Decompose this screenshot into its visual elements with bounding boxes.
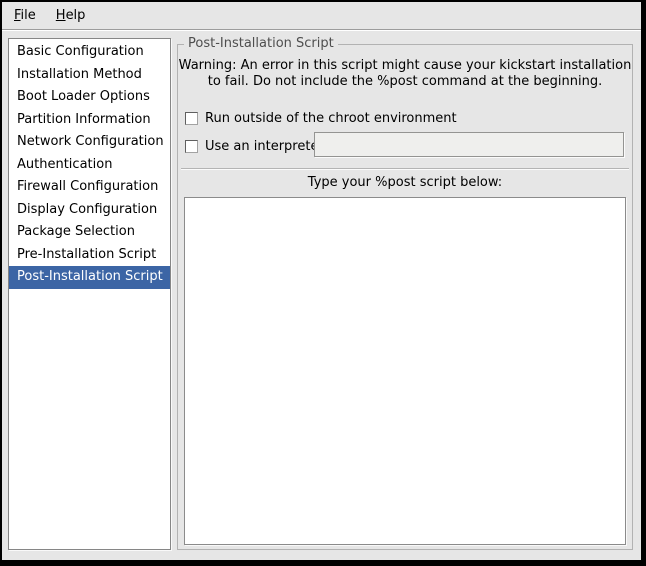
interpreter-checkbox-row[interactable]: Use an interpreter: bbox=[185, 138, 328, 154]
sidebar-item-package-selection[interactable]: Package Selection bbox=[9, 221, 170, 244]
sidebar-item-firewall-configuration[interactable]: Firewall Configuration bbox=[9, 176, 170, 199]
sidebar-item-installation-method[interactable]: Installation Method bbox=[9, 64, 170, 87]
interpreter-checkbox[interactable] bbox=[185, 140, 198, 153]
menu-file-label: ile bbox=[21, 8, 36, 23]
sidebar-item-post-installation-script[interactable]: Post-Installation Script bbox=[9, 266, 170, 289]
menu-help-label: elp bbox=[66, 8, 86, 23]
warning-line-2: to fail. Do not include the %post comman… bbox=[178, 74, 632, 90]
interpreter-input[interactable] bbox=[314, 132, 624, 157]
interpreter-checkbox-label[interactable]: Use an interpreter: bbox=[205, 139, 328, 154]
window-content: File Help Basic Configuration Installati… bbox=[2, 2, 641, 560]
sidebar-item-display-configuration[interactable]: Display Configuration bbox=[9, 199, 170, 222]
menu-help[interactable]: Help bbox=[46, 4, 96, 27]
menu-help-mnemonic: H bbox=[56, 8, 66, 23]
sidebar-item-network-configuration[interactable]: Network Configuration bbox=[9, 131, 170, 154]
app-window: File Help Basic Configuration Installati… bbox=[0, 0, 646, 566]
post-script-textarea[interactable] bbox=[184, 197, 626, 545]
warning-line-1: Warning: An error in this script might c… bbox=[178, 58, 632, 74]
separator-line bbox=[181, 168, 629, 170]
sidebar-item-partition-information[interactable]: Partition Information bbox=[9, 109, 170, 132]
sidebar-item-basic-configuration[interactable]: Basic Configuration bbox=[9, 41, 170, 64]
sidebar-item-boot-loader-options[interactable]: Boot Loader Options bbox=[9, 86, 170, 109]
chroot-checkbox-row[interactable]: Run outside of the chroot environment bbox=[185, 110, 457, 126]
sidebar-item-pre-installation-script[interactable]: Pre-Installation Script bbox=[9, 244, 170, 267]
script-label: Type your %post script below: bbox=[178, 175, 632, 190]
chroot-checkbox[interactable] bbox=[185, 112, 198, 125]
menu-file[interactable]: File bbox=[4, 4, 46, 27]
frame-title: Post-Installation Script bbox=[184, 36, 338, 51]
warning-text: Warning: An error in this script might c… bbox=[178, 58, 632, 90]
menu-bar: File Help bbox=[2, 2, 641, 30]
sidebar-item-authentication[interactable]: Authentication bbox=[9, 154, 170, 177]
chroot-checkbox-label[interactable]: Run outside of the chroot environment bbox=[205, 111, 457, 126]
section-list: Basic Configuration Installation Method … bbox=[8, 38, 171, 550]
post-installation-frame: Post-Installation Script Warning: An err… bbox=[177, 44, 633, 550]
